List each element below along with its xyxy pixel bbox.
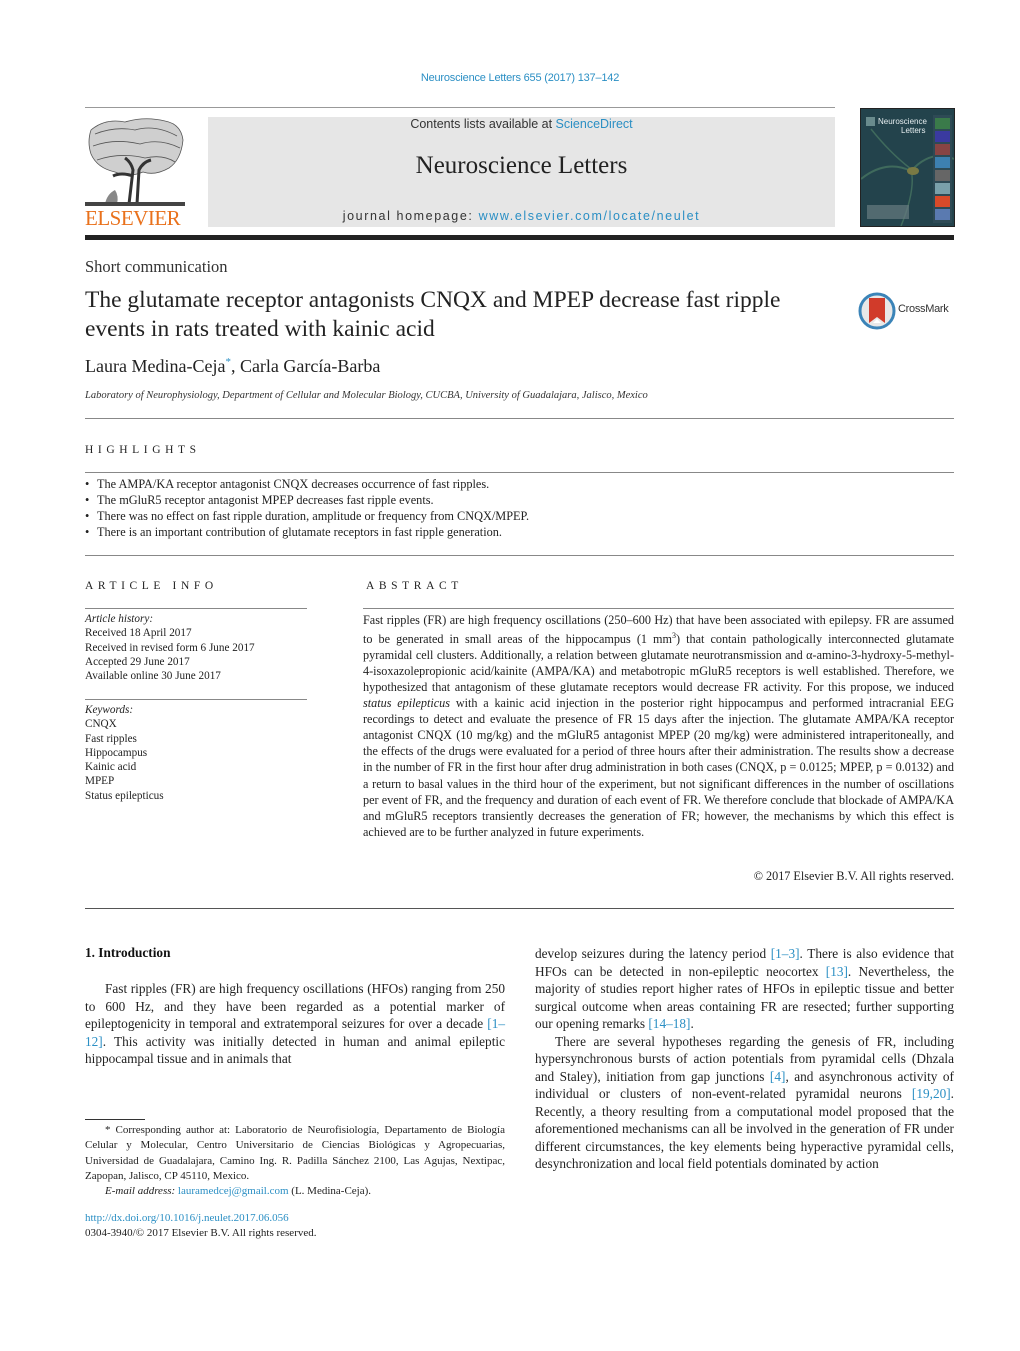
abstract-text: Fast ripples (FR) are high frequency osc… (363, 612, 954, 840)
crossmark-icon (858, 292, 896, 330)
email-label: E-mail address: (105, 1185, 178, 1198)
highlights-heading: HIGHLIGHTS (85, 444, 201, 456)
citation-link[interactable]: [1–3] (771, 946, 800, 961)
history-entry: Accepted 29 June 2017 (85, 655, 190, 668)
author-name[interactable]: Carla García-Barba (240, 356, 380, 376)
history-label: Article history: (85, 613, 154, 625)
email-owner: (L. Medina-Ceja). (288, 1185, 372, 1198)
paragraph: There are several hypotheses regarding t… (535, 1033, 954, 1173)
citation-link[interactable]: [14–18] (648, 1016, 690, 1031)
highlight-item: There is an important contribution of gl… (85, 524, 945, 540)
article-history: Article history: Received 18 April 2017 … (85, 612, 255, 683)
doi-link[interactable]: http://dx.doi.org/10.1016/j.neulet.2017.… (85, 1211, 289, 1226)
divider (85, 472, 954, 473)
issn-copyright: 0304-3940/© 2017 Elsevier B.V. All right… (85, 1227, 317, 1239)
keywords: Keywords: CNQX Fast ripples Hippocampus … (85, 703, 164, 803)
history-entry: Received in revised form 6 June 2017 (85, 641, 255, 654)
keyword: MPEP (85, 775, 115, 788)
citation-link[interactable]: [19,20] (912, 1086, 951, 1101)
cover-title-line1: Neuroscience (878, 117, 927, 126)
keyword: Fast ripples (85, 732, 137, 745)
text: . This activity was initially detected i… (85, 1033, 505, 1067)
footnote-email-line: E-mail address: lauramedcej@gmail.com (L… (85, 1184, 505, 1199)
keywords-label: Keywords: (85, 704, 134, 716)
homepage-link[interactable]: www.elsevier.com/locate/neulet (479, 209, 701, 223)
highlight-item: The mGluR5 receptor antagonist MPEP decr… (85, 492, 945, 508)
footnote-text: * Corresponding author at: Laboratorio d… (85, 1124, 505, 1182)
highlight-item: There was no effect on fast ripple durat… (85, 508, 945, 524)
text: Fast ripples (FR) are high frequency osc… (85, 981, 505, 1031)
paragraph: Fast ripples (FR) are high frequency osc… (85, 980, 505, 1068)
divider (85, 418, 954, 419)
body-column-left: Fast ripples (FR) are high frequency osc… (85, 980, 505, 1068)
email-link[interactable]: lauramedcej@gmail.com (178, 1185, 289, 1197)
citation-link[interactable]: [4] (770, 1069, 786, 1084)
section-heading: 1. Introduction (85, 945, 171, 960)
crossmark-label: CrossMark (898, 303, 949, 315)
article-info-heading: ARTICLE INFO (85, 580, 218, 592)
divider (85, 555, 954, 556)
corresponding-author-footnote: * Corresponding author at: Laboratorio d… (85, 1123, 505, 1199)
header-thick-rule (85, 235, 954, 240)
crossmark-button[interactable]: CrossMark (858, 291, 958, 331)
homepage-line: journal homepage: www.elsevier.com/locat… (208, 209, 835, 223)
text: . (690, 1016, 694, 1031)
highlights-list: The AMPA/KA receptor antagonist CNQX dec… (85, 476, 945, 540)
abstract-heading: ABSTRACT (366, 580, 463, 592)
divider (85, 908, 954, 909)
keyword: CNQX (85, 718, 117, 731)
elsevier-logo[interactable]: ELSEVIER (85, 116, 189, 230)
cover-art: Neuroscience Letters (861, 109, 954, 226)
contents-line: Contents lists available at ScienceDirec… (208, 117, 835, 131)
article-type: Short communication (85, 257, 228, 276)
citation-link[interactable]: [13] (826, 964, 848, 979)
journal-reference-link[interactable]: Neuroscience Letters 655 (2017) 137–142 (0, 72, 1020, 84)
highlight-item: The AMPA/KA receptor antagonist CNQX dec… (85, 476, 945, 492)
keyword: Status epilepticus (85, 789, 164, 802)
author-name[interactable]: Laura Medina-Ceja (85, 356, 225, 376)
elsevier-wordmark: ELSEVIER (85, 206, 181, 230)
divider (85, 699, 307, 700)
abstract-copyright: © 2017 Elsevier B.V. All rights reserved… (753, 869, 954, 883)
paragraph: develop seizures during the latency peri… (535, 945, 954, 1033)
header-rule (85, 107, 835, 108)
affiliation: Laboratory of Neurophysiology, Departmen… (85, 390, 648, 401)
keyword: Kainic acid (85, 761, 137, 774)
history-entry: Received 18 April 2017 (85, 627, 192, 640)
divider (85, 608, 307, 609)
author-separator: , (230, 356, 240, 376)
elsevier-tree-icon (85, 118, 185, 206)
text: develop seizures during the latency peri… (535, 946, 771, 961)
cover-title-line2: Letters (901, 126, 925, 135)
journal-cover-image[interactable]: Neuroscience Letters (860, 108, 955, 227)
history-entry: Available online 30 June 2017 (85, 670, 221, 683)
footnote-rule (85, 1119, 145, 1120)
contents-prefix: Contents lists available at (410, 117, 556, 131)
divider (363, 608, 954, 609)
sciencedirect-link[interactable]: ScienceDirect (556, 117, 633, 131)
keyword: Hippocampus (85, 746, 148, 759)
journal-title: Neuroscience Letters (415, 152, 628, 179)
body-column-right: develop seizures during the latency peri… (535, 945, 954, 1173)
abstract-part: with a kainic acid injection in the post… (363, 696, 954, 839)
author-list: Laura Medina-Ceja*, Carla García-Barba (85, 356, 380, 377)
abstract-italic: status epilepticus (363, 696, 451, 711)
homepage-prefix: journal homepage: (342, 209, 479, 223)
article-title: The glutamate receptor antagonists CNQX … (85, 287, 781, 342)
